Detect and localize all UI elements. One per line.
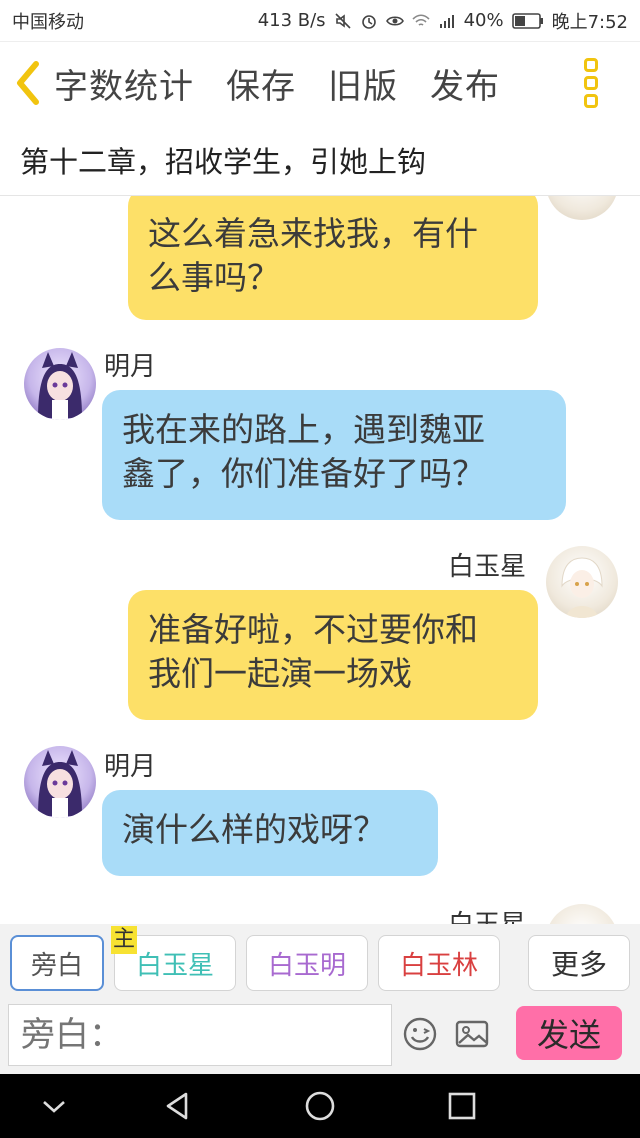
image-icon[interactable] [454,1016,490,1052]
wifi-icon [411,13,430,26]
recents-square-icon[interactable] [446,1090,478,1122]
composer: 发送 [0,1002,640,1074]
clock: 晚上7:52 [551,11,628,33]
message-bubble[interactable]: 演什么样的戏呀？ [102,790,438,876]
avatar-illustration [561,557,603,618]
chip-label: 旁白 [30,950,83,981]
battery-icon [511,12,543,29]
chat-area[interactable]: 这么着急来找我，有什 么事吗？ 明月 我在来的路上，遇到魏亚 鑫了，你们准备好了… [0,196,640,924]
emoji-icon[interactable] [402,1016,438,1052]
carrier-label: 中国移动 [12,11,84,33]
status-bar: 中国移动 413 B/s 40% 晚上7:52 [0,0,640,42]
message-bubble[interactable]: 这么着急来找我，有什 么事吗？ [128,196,538,320]
alarm-icon [361,14,376,29]
back-button[interactable] [0,42,54,124]
chapter-title[interactable]: 第十二章，招收学生，引她上钩 [0,124,640,196]
message-bubble[interactable]: 我在来的路上，遇到魏亚 鑫了，你们准备好了吗？ [102,390,566,520]
character-chip-narration[interactable]: 旁白 [10,935,104,991]
chip-label: 白玉林 [399,950,478,981]
home-circle-icon[interactable] [304,1090,336,1122]
speaker-name: 明月 [104,352,157,382]
character-chip-2[interactable]: 白玉明 [246,935,368,991]
speaker-name: 明月 [104,752,157,782]
more-vertical-icon[interactable] [584,58,600,108]
word-count-button[interactable]: 字数统计 [54,59,194,108]
avatar[interactable] [546,546,618,618]
message-bubble[interactable]: 准备好啦，不过要你和 我们一起演一场戏 [128,590,538,720]
send-button[interactable]: 发送 [516,1006,622,1060]
avatar-illustration [38,352,82,420]
back-triangle-icon[interactable] [162,1090,194,1122]
top-toolbar: 字数统计 保存 旧版 发布 [0,42,640,124]
send-label: 发送 [536,1016,601,1054]
message-text: 么事吗？ [148,258,280,297]
message-text: 准备好啦，不过要你和 [148,610,478,649]
signal-4g-icon [439,14,454,28]
character-selector: 旁白 主 白玉星 白玉明 白玉林 更多 [0,924,640,1002]
save-button[interactable]: 保存 [226,59,296,108]
avatar[interactable] [546,904,618,924]
message-text: 我们一起演一场戏 [148,654,412,693]
chip-label: 白玉星 [135,950,214,981]
more-label: 更多 [550,948,607,981]
old-version-button[interactable]: 旧版 [328,59,398,108]
character-chip-3[interactable]: 白玉林 [378,935,500,991]
more-characters-button[interactable]: 更多 [528,935,630,991]
publish-button[interactable]: 发布 [430,59,500,108]
hide-keyboard-icon[interactable] [38,1090,70,1122]
avatar[interactable] [24,348,96,420]
eye-icon [385,15,404,26]
message-input[interactable] [8,1004,392,1066]
chevron-left-icon [17,61,39,105]
network-speed: 413 B/s [257,10,326,31]
avatar[interactable] [546,196,618,220]
speaker-name: 白玉星 [448,552,527,582]
message-text: 我在来的路上，遇到魏亚 [122,410,485,449]
character-chip-1[interactable]: 主 白玉星 [111,926,236,991]
navigation-bar [0,1074,640,1138]
message-text: 这么着急来找我，有什 [148,214,478,253]
battery-percent: 40% [463,10,504,31]
message-text: 演什么样的戏呀？ [122,810,386,849]
avatar[interactable] [24,746,96,818]
chip-label: 白玉明 [267,950,346,981]
speaker-name: 白玉星 [448,904,526,924]
message-text: 鑫了，你们准备好了吗？ [122,454,485,493]
avatar-illustration [38,750,82,818]
lead-badge: 主 [111,926,138,954]
mute-icon [334,12,351,29]
